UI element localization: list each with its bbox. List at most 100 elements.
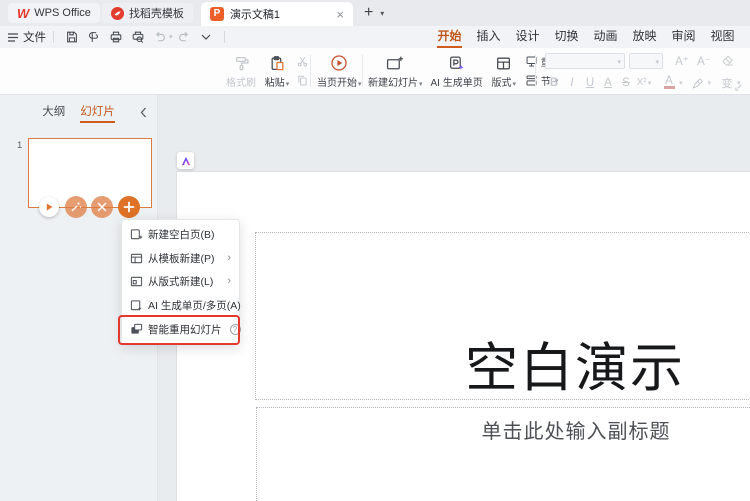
ribbon-toolbar: 格式刷 粘贴▾ 当页开始▾ 新建幻灯片▾ AI 生成单页 版式▾ 节 ▾ ▾ ▾… (0, 48, 750, 95)
new-slide-icon (386, 54, 404, 73)
copy-icon[interactable] (296, 73, 309, 89)
paste-icon (269, 54, 286, 73)
menubar: 文件 ▾ 开始 插入 设计 切换 动画 放映 审阅 视图 (0, 26, 750, 48)
increase-font-button[interactable]: A⁺ (673, 52, 691, 69)
tab-review[interactable]: 审阅 (664, 26, 703, 48)
bold-button[interactable]: B (545, 74, 563, 91)
font-size-chevron-icon: ▾ (655, 58, 659, 66)
tab-view[interactable]: 视图 (703, 26, 742, 48)
divider (310, 55, 311, 87)
file-menu-button[interactable]: 文件 (8, 29, 46, 45)
editing-canvas[interactable]: 空白演示 单击此处输入副标题 (158, 95, 750, 501)
play-from-current-button[interactable]: 当页开始▾ (313, 49, 366, 93)
new-slide-button[interactable]: 新建幻灯片▾ (364, 49, 427, 93)
wps-logo-icon: W (17, 5, 30, 21)
menu-item-new-blank-page[interactable]: 新建空白页(B) (122, 223, 239, 247)
tab-slideshow[interactable]: 放映 (625, 26, 664, 48)
font-color-chevron-icon[interactable]: ▾ (679, 79, 683, 87)
play-circle-icon (330, 54, 348, 73)
layout-button[interactable]: 版式▾ (487, 49, 521, 93)
tab-home[interactable]: 开始 (430, 26, 469, 48)
format-painter-button[interactable]: 格式刷 (222, 49, 260, 93)
divider (53, 31, 54, 43)
divider (362, 55, 363, 87)
tab-list-chevron-icon[interactable]: ▾ (380, 9, 384, 18)
menu-item-label: 智能重用幻灯片 (148, 323, 222, 336)
hamburger-icon (8, 32, 18, 42)
outline-tab[interactable]: 大纲 (42, 103, 65, 123)
menu-item-new-from-template[interactable]: 从模板新建(P) › (122, 247, 239, 271)
magic-wand-icon (71, 202, 82, 212)
undo-chevron-icon[interactable]: ▾ (169, 33, 173, 41)
highlight-chevron-icon[interactable]: ▾ (708, 79, 712, 87)
font-family-chevron-icon: ▾ (617, 58, 621, 66)
undo-icon[interactable] (152, 29, 169, 45)
font-size-select[interactable]: ▾ (629, 52, 663, 69)
menu-item-label: AI 生成单页/多页(A) (148, 300, 241, 313)
redo-icon[interactable] (175, 29, 192, 45)
strikethrough-button[interactable]: S (617, 74, 635, 91)
layout-chevron-icon: ▾ (512, 80, 516, 88)
close-tab-icon[interactable]: × (336, 8, 344, 21)
menu-item-smart-reuse-slides[interactable]: 智能重用幻灯片 ? (122, 317, 241, 341)
tab-animation[interactable]: 动画 (586, 26, 625, 48)
ai-generate-menu-icon (130, 299, 143, 312)
new-slide-label: 新建幻灯片 (368, 77, 418, 89)
collapse-panel-icon[interactable] (140, 107, 147, 118)
play-chevron-icon: ▾ (358, 80, 362, 88)
quickbar-chevron-icon[interactable] (197, 29, 214, 45)
font-group-expander-icon[interactable] (735, 84, 742, 91)
wps-office-tab[interactable]: W WPS Office (8, 3, 100, 23)
ai-generate-label: AI 生成单页 (430, 77, 483, 89)
superscript-button[interactable]: X² ▾ (635, 74, 653, 91)
slide-title: 空白演示 (465, 338, 685, 398)
tab-insert[interactable]: 插入 (469, 26, 508, 48)
tools-icon (97, 202, 107, 212)
slides-tab[interactable]: 幻灯片 (80, 103, 115, 123)
wps-ai-button[interactable] (177, 152, 194, 169)
divider (223, 31, 225, 43)
help-icon[interactable]: ? (229, 323, 241, 335)
underline-button[interactable]: U (581, 74, 599, 91)
save-icon[interactable] (64, 29, 81, 45)
tab-design[interactable]: 设计 (508, 26, 547, 48)
italic-button[interactable]: I (563, 74, 581, 91)
subtitle-placeholder[interactable]: 单击此处输入副标题 (256, 407, 750, 501)
play-slide-button[interactable] (39, 197, 59, 217)
new-tab-button[interactable]: + (364, 5, 373, 21)
docer-template-tab[interactable]: 找稻壳模板 (101, 3, 193, 23)
decrease-font-button[interactable]: A⁻ (695, 52, 713, 69)
menu-item-ai-generate[interactable]: AI 生成单页/多页(A) (122, 294, 241, 318)
tab-transition[interactable]: 切换 (547, 26, 586, 48)
beautify-button[interactable] (65, 196, 87, 218)
slide-thumbnail[interactable] (28, 138, 152, 218)
paste-button[interactable]: 粘贴▾ (260, 49, 294, 93)
title-placeholder[interactable]: 空白演示 (255, 232, 750, 400)
font-family-select[interactable]: ▾ (545, 52, 625, 69)
docer-icon (110, 6, 124, 20)
add-slide-button[interactable] (118, 196, 140, 218)
slide-number: 1 (17, 140, 23, 151)
export-pdf-icon[interactable] (86, 29, 103, 45)
document-tab-active[interactable]: P 演示文稿1 × (200, 2, 353, 26)
layout-label: 版式 (491, 77, 512, 89)
layout-menu-icon (130, 275, 143, 288)
print-preview-icon[interactable] (130, 29, 147, 45)
slide-canvas[interactable]: 空白演示 单击此处输入副标题 (177, 172, 750, 501)
print-icon[interactable] (108, 29, 125, 45)
highlight-button[interactable] (689, 74, 707, 91)
ai-generate-page-button[interactable]: AI 生成单页 (427, 49, 487, 93)
tools-button[interactable] (91, 196, 113, 218)
character-border-button[interactable]: A (599, 74, 617, 91)
workspace: 大纲 幻灯片 1 空白演示 单击此处输入副标题 (0, 95, 750, 501)
font-color-button[interactable]: A (660, 74, 678, 91)
plus-icon (123, 201, 135, 213)
clear-format-button[interactable] (719, 52, 737, 69)
menu-item-new-from-layout[interactable]: 从版式新建(L) › (122, 270, 239, 294)
layout-icon (495, 54, 512, 73)
paste-chevron-icon: ▾ (285, 80, 290, 88)
cut-icon[interactable] (296, 54, 309, 70)
text-effects-button[interactable]: 变 (718, 74, 736, 91)
titlebar: W WPS Office 找稻壳模板 P 演示文稿1 × + ▾ (0, 0, 750, 26)
ai-generate-icon (448, 54, 465, 73)
